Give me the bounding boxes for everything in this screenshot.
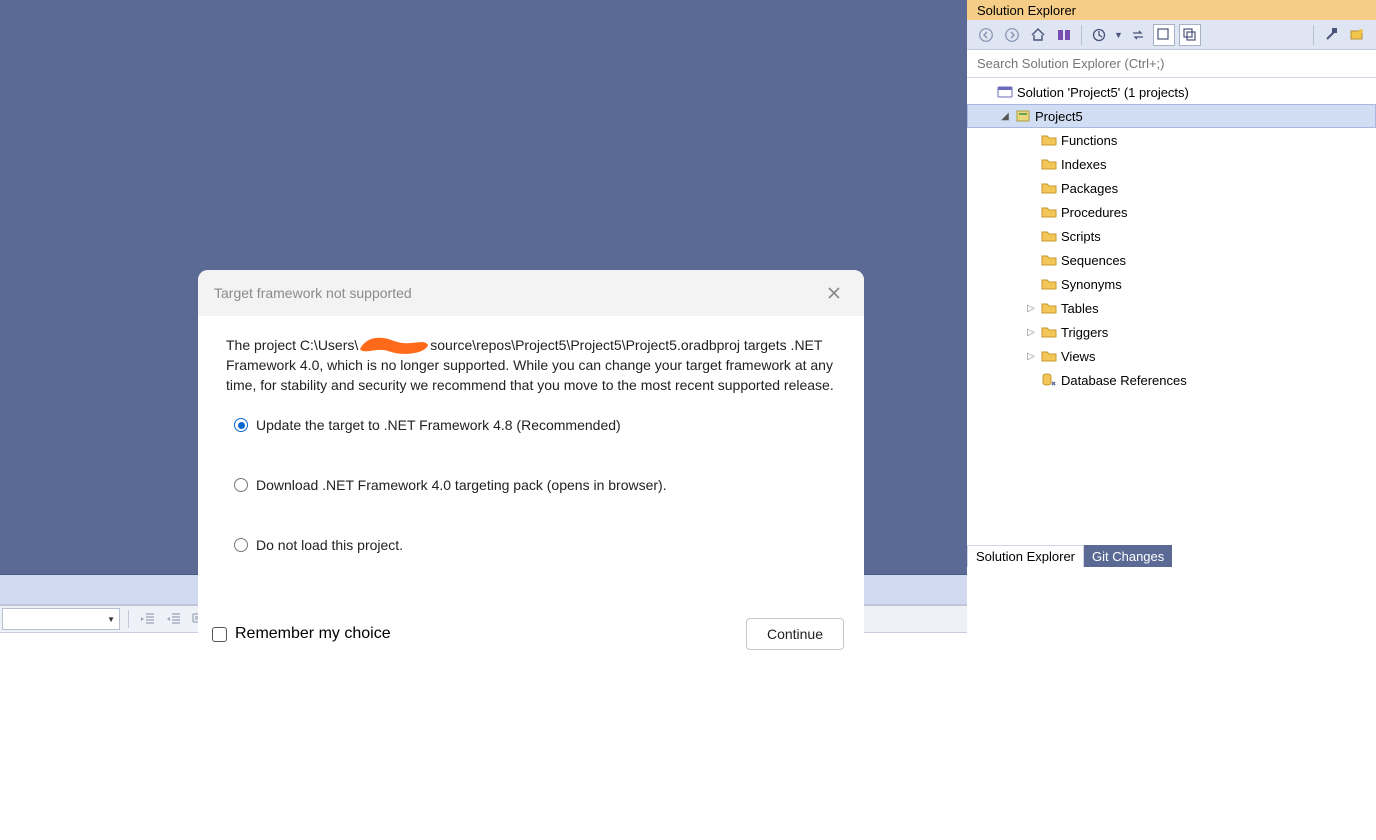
- forward-button[interactable]: [1001, 24, 1023, 46]
- expand-icon[interactable]: ▷: [1025, 302, 1037, 314]
- project-node[interactable]: ◢ Project5: [967, 104, 1376, 128]
- folder-icon: [1041, 228, 1057, 244]
- radio-icon: [234, 538, 248, 552]
- tree-item-label: Scripts: [1061, 229, 1101, 244]
- tree-item-label: Indexes: [1061, 157, 1107, 172]
- dialog-options: Update the target to .NET Framework 4.8 …: [226, 417, 836, 553]
- folder-icon: [1041, 300, 1057, 316]
- solution-label: Solution 'Project5' (1 projects): [1017, 85, 1189, 100]
- option-do-not-load[interactable]: Do not load this project.: [234, 537, 836, 553]
- search-input[interactable]: [977, 50, 1366, 76]
- project-icon: [1015, 108, 1031, 124]
- option-label: Update the target to .NET Framework 4.8 …: [256, 417, 621, 433]
- tree-item-label: Tables: [1061, 301, 1099, 316]
- tab-label: Solution Explorer: [976, 549, 1075, 564]
- tree-item[interactable]: ▷Database References: [967, 368, 1376, 392]
- radio-icon: [234, 478, 248, 492]
- tree-item[interactable]: ▷ Tables: [967, 296, 1376, 320]
- continue-button[interactable]: Continue: [746, 618, 844, 650]
- dialog-title: Target framework not supported: [214, 285, 412, 301]
- tree-item[interactable]: ▷ Views: [967, 344, 1376, 368]
- target-framework-dialog: Target framework not supported The proje…: [198, 270, 864, 668]
- object-selector[interactable]: ▼: [2, 608, 120, 630]
- tab-git-changes[interactable]: Git Changes: [1084, 545, 1172, 567]
- panel-title: Solution Explorer: [977, 3, 1076, 18]
- show-all-files-button[interactable]: [1153, 24, 1175, 46]
- folder-icon: [1041, 180, 1057, 196]
- folder-icon: [1041, 156, 1057, 172]
- database-reference-icon: [1041, 372, 1057, 388]
- search-box[interactable]: [967, 50, 1376, 78]
- tree-item[interactable]: ▷Indexes: [967, 152, 1376, 176]
- tree-item[interactable]: ▷Sequences: [967, 248, 1376, 272]
- preview-button[interactable]: [1346, 24, 1368, 46]
- collapse-all-button[interactable]: [1179, 24, 1201, 46]
- solution-node[interactable]: ▶ Solution 'Project5' (1 projects): [967, 80, 1376, 104]
- dialog-header: Target framework not supported: [198, 270, 864, 316]
- close-button[interactable]: [820, 279, 848, 307]
- tree-item-label: Triggers: [1061, 325, 1108, 340]
- divider: [128, 610, 129, 628]
- remember-label: Remember my choice: [235, 625, 391, 643]
- tree-item-label: Procedures: [1061, 205, 1127, 220]
- dialog-body: The project C:\Users\ source\repos\Proje…: [198, 316, 864, 618]
- tree-item-label: Database References: [1061, 373, 1187, 388]
- redacted-username: [358, 335, 430, 355]
- panel-tabs: Solution Explorer Git Changes: [967, 545, 1376, 569]
- tree-item[interactable]: ▷Packages: [967, 176, 1376, 200]
- tree-item[interactable]: ▷Functions: [967, 128, 1376, 152]
- radio-icon: [234, 418, 248, 432]
- pending-changes-filter-button[interactable]: [1088, 24, 1110, 46]
- option-label: Do not load this project.: [256, 537, 403, 553]
- expand-icon[interactable]: ▷: [1025, 326, 1037, 338]
- solution-explorer-panel: Solution Explorer ▼: [967, 0, 1376, 840]
- tree-item-label: Synonyms: [1061, 277, 1122, 292]
- home-button[interactable]: [1027, 24, 1049, 46]
- folder-icon: [1041, 276, 1057, 292]
- folder-icon: [1041, 204, 1057, 220]
- divider: [1313, 25, 1314, 45]
- back-button[interactable]: [975, 24, 997, 46]
- increase-indent-button[interactable]: [163, 608, 185, 630]
- tree-item[interactable]: ▷Scripts: [967, 224, 1376, 248]
- sync-button[interactable]: [1127, 24, 1149, 46]
- solution-icon: [997, 84, 1013, 100]
- option-label: Download .NET Framework 4.0 targeting pa…: [256, 477, 667, 493]
- remember-checkbox[interactable]: [212, 627, 227, 642]
- option-update-framework[interactable]: Update the target to .NET Framework 4.8 …: [234, 417, 836, 433]
- dialog-message: The project C:\Users\ source\repos\Proje…: [226, 336, 836, 395]
- tree-item[interactable]: ▷ Triggers: [967, 320, 1376, 344]
- solution-tree[interactable]: ▶ Solution 'Project5' (1 projects) ◢ Pro…: [967, 78, 1376, 394]
- folder-icon: [1041, 252, 1057, 268]
- tree-item-label: Packages: [1061, 181, 1118, 196]
- panel-titlebar: Solution Explorer: [967, 0, 1376, 20]
- tree-item[interactable]: ▷Procedures: [967, 200, 1376, 224]
- tree-item-label: Sequences: [1061, 253, 1126, 268]
- message-part: The project C:\Users\: [226, 337, 358, 353]
- folder-icon: [1041, 132, 1057, 148]
- decrease-indent-button[interactable]: [137, 608, 159, 630]
- solution-explorer-toolbar: ▼: [967, 20, 1376, 50]
- button-label: Continue: [767, 626, 823, 642]
- tree-item-label: Functions: [1061, 133, 1117, 148]
- folder-icon: [1041, 324, 1057, 340]
- project-label: Project5: [1035, 109, 1083, 124]
- chevron-down-icon: ▼: [1114, 30, 1123, 40]
- properties-button[interactable]: [1320, 24, 1342, 46]
- chevron-down-icon: ▼: [107, 615, 115, 624]
- tab-solution-explorer[interactable]: Solution Explorer: [967, 545, 1084, 567]
- switch-views-button[interactable]: [1053, 24, 1075, 46]
- collapse-icon[interactable]: ◢: [999, 110, 1011, 122]
- option-download-targeting-pack[interactable]: Download .NET Framework 4.0 targeting pa…: [234, 477, 836, 493]
- expand-icon[interactable]: ▷: [1025, 350, 1037, 362]
- divider: [1081, 25, 1082, 45]
- dialog-footer: Remember my choice Continue: [198, 618, 864, 668]
- tab-label: Git Changes: [1092, 549, 1164, 564]
- folder-icon: [1041, 348, 1057, 364]
- tree-item-label: Views: [1061, 349, 1095, 364]
- tree-item[interactable]: ▷Synonyms: [967, 272, 1376, 296]
